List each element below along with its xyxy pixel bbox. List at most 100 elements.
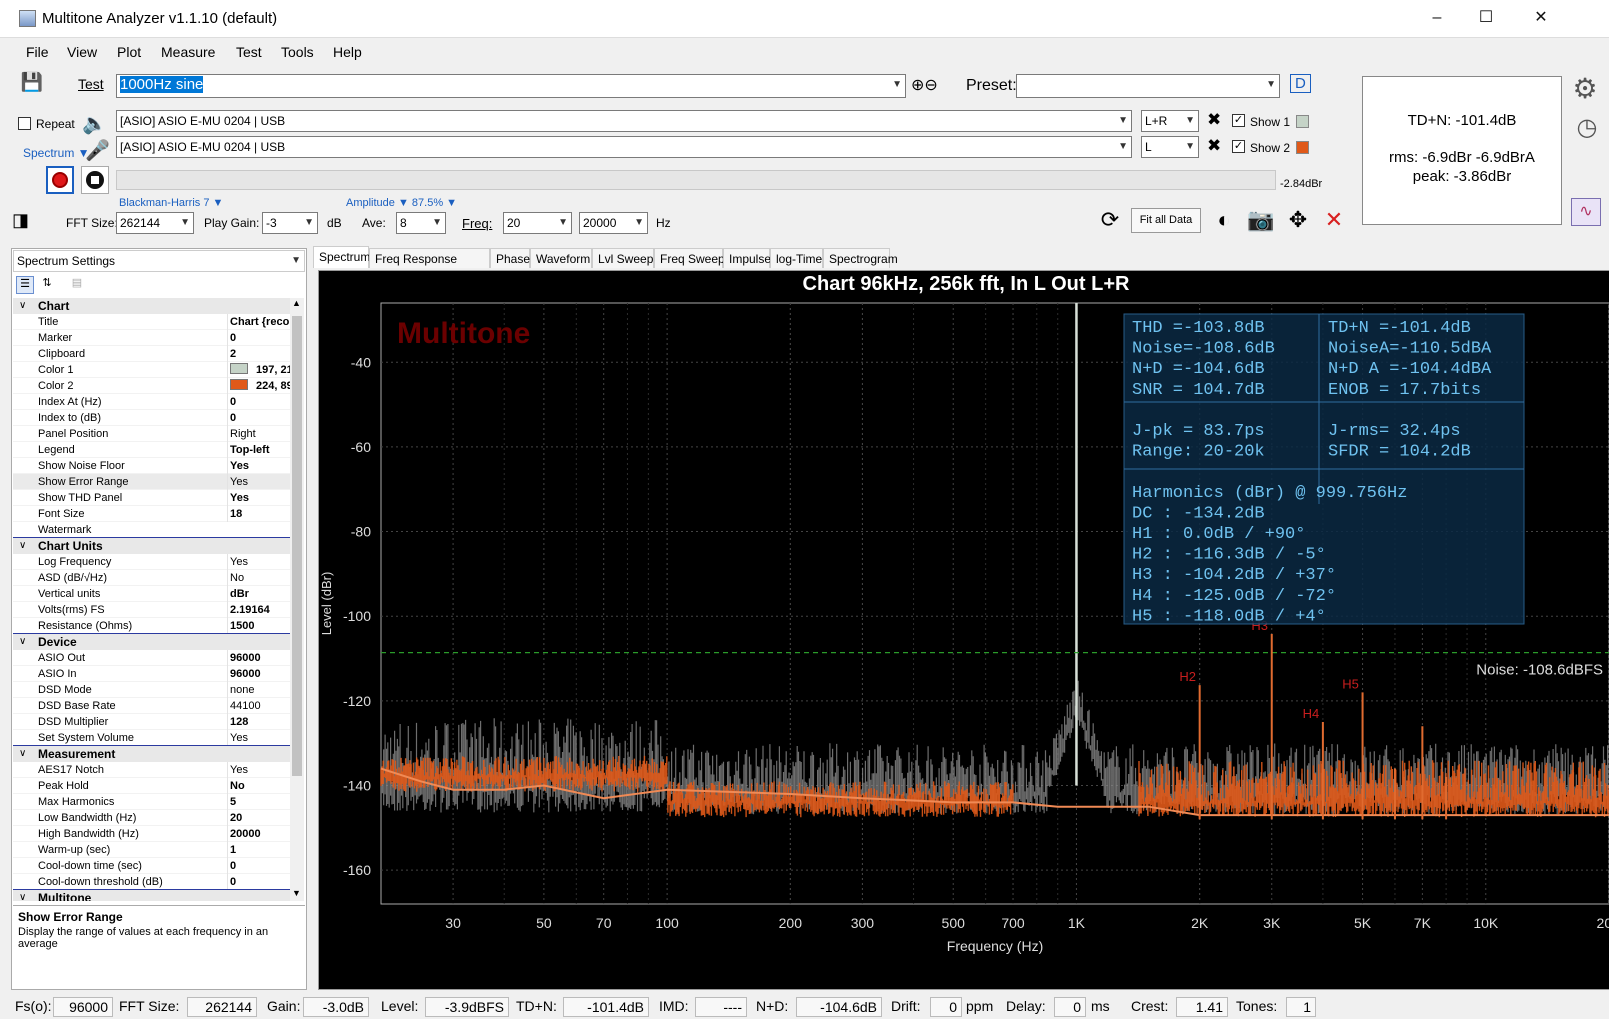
property-row[interactable]: Show Noise Floor Yes	[13, 458, 291, 474]
property-value[interactable]: No	[227, 570, 297, 586]
repeat-checkbox[interactable]	[18, 117, 31, 130]
property-row[interactable]: Title Chart {recor	[13, 314, 294, 330]
property-row[interactable]: Max Harmonics 5	[13, 794, 291, 810]
property-value[interactable]: 0	[227, 858, 297, 874]
property-row[interactable]: Color 1 197, 21	[13, 362, 293, 378]
menu-tools[interactable]: Tools	[281, 44, 314, 60]
record-button[interactable]	[46, 166, 74, 194]
fit-all-data-button[interactable]: Fit all Data	[1131, 208, 1201, 233]
property-value[interactable]: Yes	[227, 730, 297, 746]
close-icon[interactable]: ✕	[1531, 8, 1551, 28]
tab-lvl-sweep[interactable]: Lvl Sweep	[592, 248, 654, 268]
input-channel-select[interactable]: L ▼	[1141, 136, 1199, 158]
property-value[interactable]: Top-left	[227, 442, 297, 458]
window-type-dropdown[interactable]: Blackman-Harris 7 ▼	[119, 197, 223, 209]
property-row[interactable]: Legend Top-left	[13, 442, 291, 458]
property-value[interactable]: 96000	[227, 666, 297, 682]
tab-freq-response[interactable]: Freq Response	[369, 248, 490, 268]
tab-log-time[interactable]: log-Time	[770, 248, 823, 268]
test-label[interactable]: Test	[78, 76, 104, 92]
gear-icon[interactable]: ⚙	[1571, 75, 1599, 105]
property-row[interactable]: Volts(rms) FS 2.19164	[13, 602, 291, 618]
tab-phase[interactable]: Phase	[490, 248, 530, 268]
property-value[interactable]: Yes	[227, 474, 297, 490]
property-row[interactable]: AES17 Notch Yes	[13, 762, 291, 778]
property-row[interactable]: DSD Mode none	[13, 682, 291, 698]
property-row[interactable]: Clipboard 2	[13, 346, 291, 362]
property-row[interactable]: Resistance (Ohms) 1500	[13, 618, 291, 634]
property-value[interactable]: Yes	[227, 554, 297, 570]
menu-help[interactable]: Help	[333, 44, 362, 60]
collapse-icon[interactable]: ∨	[19, 538, 26, 554]
waveform-icon[interactable]: ∿	[1571, 198, 1601, 226]
property-value[interactable]: 2.19164	[227, 602, 297, 618]
property-value[interactable]: 20000	[227, 826, 297, 842]
scroll-thumb[interactable]	[292, 316, 302, 776]
minimize-icon[interactable]: –	[1427, 8, 1447, 28]
refresh-icon[interactable]: ⟳	[1096, 208, 1124, 236]
section-device[interactable]: ∨ Device	[13, 634, 291, 650]
property-value[interactable]: 1	[227, 842, 297, 858]
tab-spectrum[interactable]: Spectrum	[313, 246, 370, 268]
tools-icon[interactable]: ✖	[1207, 110, 1221, 130]
tab-impulse[interactable]: Impulse	[723, 248, 771, 268]
stop-button[interactable]	[81, 166, 109, 194]
average-select[interactable]: 8 ▼	[396, 212, 446, 234]
property-value[interactable]: 0	[227, 410, 297, 426]
scroll-up-icon[interactable]: ▲	[292, 298, 301, 308]
collapse-icon[interactable]: ∨	[19, 890, 26, 901]
property-value[interactable]: 96000	[227, 650, 297, 666]
spectrum-dropdown[interactable]: Spectrum ▼	[23, 146, 90, 160]
property-row[interactable]: Low Bandwidth (Hz) 20	[13, 810, 291, 826]
move-icon[interactable]: ✥	[1284, 208, 1312, 236]
property-value[interactable]: 128	[227, 714, 297, 730]
color1-swatch[interactable]	[1296, 115, 1309, 128]
property-row[interactable]: Font Size 18	[13, 506, 291, 522]
section-chart[interactable]: ∨ Chart	[13, 298, 291, 314]
property-value[interactable]: 2	[227, 346, 297, 362]
property-row[interactable]: ASIO Out 96000	[13, 650, 291, 666]
show1-checkbox[interactable]: ✓	[1232, 114, 1245, 127]
clear-icon[interactable]: ✕	[1320, 208, 1348, 236]
property-row[interactable]: Log Frequency Yes	[13, 554, 291, 570]
property-value[interactable]: Yes	[227, 762, 297, 778]
scroll-down-icon[interactable]: ▼	[292, 888, 301, 898]
section-chart-units[interactable]: ∨ Chart Units	[13, 538, 291, 554]
property-row[interactable]: ASD (dB/√Hz) No	[13, 570, 291, 586]
output-device-select[interactable]: [ASIO] ASIO E-MU 0204 | USB ▼	[116, 110, 1132, 132]
property-pages-icon[interactable]: ▤	[68, 276, 86, 294]
property-row[interactable]: Show Error Range Yes	[13, 474, 291, 490]
property-value[interactable]: 197, 21	[227, 362, 297, 378]
property-row[interactable]: Show THD Panel Yes	[13, 490, 291, 506]
output-channel-select[interactable]: L+R ▼	[1141, 110, 1199, 132]
property-row[interactable]: Warm-up (sec) 1	[13, 842, 291, 858]
property-row[interactable]: DSD Multiplier 128	[13, 714, 291, 730]
property-row[interactable]: Watermark	[13, 522, 291, 538]
tab-freq-sweep[interactable]: Freq Sweep	[654, 248, 725, 268]
property-row[interactable]: Cool-down time (sec) 0	[13, 858, 291, 874]
property-value[interactable]: Right	[227, 426, 297, 442]
property-row[interactable]: Peak Hold No	[13, 778, 291, 794]
property-value[interactable]: 20	[227, 810, 297, 826]
property-value[interactable]: 18	[227, 506, 297, 522]
add-remove-icon[interactable]: ⊕⊖	[911, 75, 938, 95]
collapse-icon[interactable]: ∨	[19, 634, 26, 650]
test-select[interactable]: 1000Hz sine ▼	[116, 74, 906, 98]
property-row[interactable]: Color 2 224, 89	[13, 378, 293, 394]
property-row[interactable]: Set System Volume Yes	[13, 730, 291, 746]
property-value[interactable]: Yes	[227, 490, 297, 506]
property-row[interactable]: High Bandwidth (Hz) 20000	[13, 826, 291, 842]
menu-view[interactable]: View	[67, 44, 97, 60]
property-row[interactable]: Marker 0	[13, 330, 291, 346]
dsd-icon[interactable]: D	[1290, 74, 1311, 93]
camera-icon[interactable]: 📷	[1247, 208, 1275, 236]
property-value[interactable]: No	[227, 778, 297, 794]
section-measurement[interactable]: ∨ Measurement	[13, 746, 291, 762]
clock-icon[interactable]: ◷	[1573, 116, 1601, 144]
tab-spectrogram[interactable]: Spectrogram	[823, 248, 898, 268]
collapse-icon[interactable]: ∨	[19, 298, 26, 314]
property-row[interactable]: DSD Base Rate 44100	[13, 698, 291, 714]
collapse-panel-icon[interactable]: ◨	[12, 210, 29, 231]
microphone-icon[interactable]: 🎤	[85, 138, 110, 163]
sort-alpha-icon[interactable]: ⇅	[38, 276, 56, 294]
